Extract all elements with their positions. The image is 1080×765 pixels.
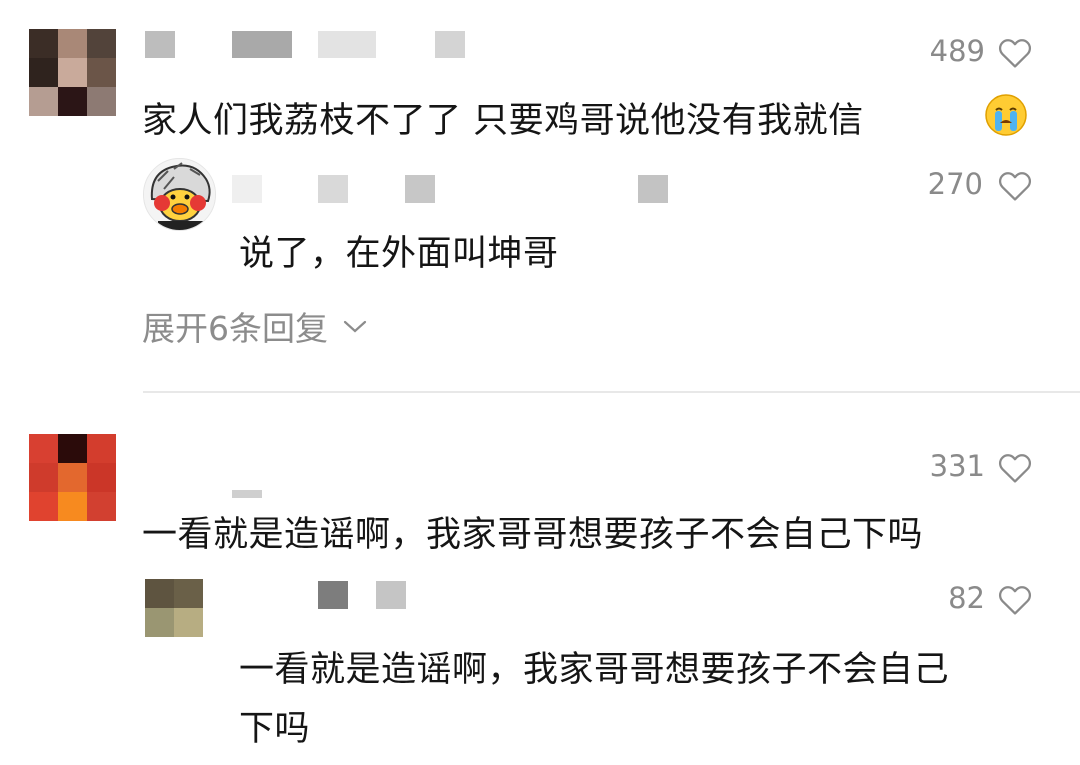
comment-text: 一看就是造谣啊，我家哥哥想要孩子不会自己下吗 [142, 515, 924, 555]
like-count: 82 [948, 581, 985, 615]
like-count: 331 [929, 449, 985, 483]
heart-outline-icon[interactable] [998, 584, 1032, 616]
comment-text: 家人们我荔枝不了了 只要鸡哥说他没有我就信 [142, 101, 864, 141]
chevron-down-icon [343, 320, 367, 333]
expand-replies-label: 展开6条回复 [142, 309, 328, 348]
reply-text-line-2: 下吗 [239, 709, 311, 749]
reply-text-line-1: 一看就是造谣啊，我家哥哥想要孩子不会自己 [239, 650, 950, 690]
heart-outline-icon[interactable] [998, 37, 1032, 69]
avatar[interactable] [29, 434, 116, 521]
divider [143, 391, 1080, 393]
crying-face-emoji [985, 94, 1027, 136]
reply-text: 说了，在外面叫坤哥 [239, 234, 559, 274]
avatar[interactable] [143, 158, 216, 231]
like-count: 270 [927, 167, 983, 201]
expand-replies-button[interactable]: 展开6条回复 [142, 302, 368, 350]
heart-outline-icon[interactable] [998, 170, 1032, 202]
avatar[interactable] [29, 29, 116, 116]
avatar[interactable] [145, 579, 203, 637]
like-count: 489 [929, 34, 985, 68]
cartoon-avatar-icon [144, 159, 215, 230]
heart-outline-icon[interactable] [998, 452, 1032, 484]
